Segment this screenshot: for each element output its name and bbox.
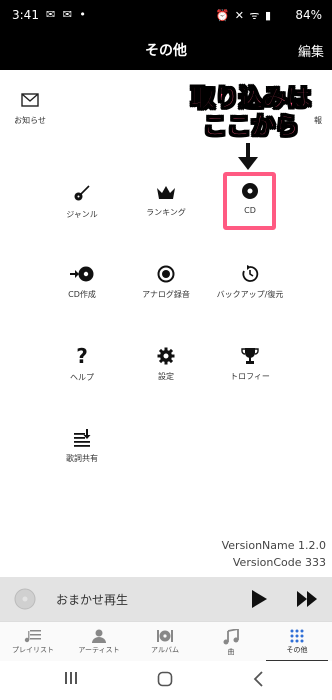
tab-artist[interactable]: アーティスト bbox=[66, 622, 132, 662]
play-icon[interactable] bbox=[250, 589, 268, 609]
status-bar: 3:41 ✉ ✉ • ⏰ ✕ ᯤ ▮ 84% bbox=[0, 0, 332, 30]
mail-icon bbox=[21, 93, 39, 107]
svg-text:?: ? bbox=[76, 346, 88, 366]
app-header: その他 編集 bbox=[0, 30, 332, 70]
album-icon bbox=[157, 630, 173, 642]
person-icon bbox=[92, 629, 106, 643]
trophy-label: トロフィー bbox=[230, 372, 270, 381]
gear-icon bbox=[157, 347, 175, 365]
edit-button[interactable]: 編集 bbox=[298, 41, 324, 60]
tab-bar: プレイリスト アーティスト アルバム 曲 その他 bbox=[0, 621, 332, 662]
trophy-button[interactable]: トロフィー bbox=[205, 347, 295, 382]
help-label: ヘルプ bbox=[70, 373, 94, 382]
help-button[interactable]: ? ヘルプ bbox=[37, 346, 127, 383]
annotation-line-1: 取り込みは bbox=[191, 84, 312, 113]
record-icon bbox=[157, 265, 175, 283]
lyrics-share-button[interactable]: 歌詞共有 bbox=[37, 427, 127, 464]
import-annotation: 取り込みは ここから bbox=[176, 84, 326, 141]
notice-label: お知らせ bbox=[14, 116, 46, 125]
backup-label: バックアップ/復元 bbox=[216, 290, 284, 299]
lyrics-share-label: 歌詞共有 bbox=[66, 454, 98, 463]
grid-dots-icon bbox=[290, 629, 304, 643]
next-icon[interactable] bbox=[296, 590, 318, 608]
status-time: 3:41 bbox=[12, 8, 39, 22]
arrow-down-icon bbox=[238, 143, 258, 170]
tab-other[interactable]: その他 bbox=[264, 622, 330, 662]
analog-rec-label: アナログ録音 bbox=[142, 290, 190, 299]
guitar-icon bbox=[74, 185, 90, 201]
genre-button[interactable]: ジャンル bbox=[37, 183, 127, 220]
annotation-line-2: ここから bbox=[203, 112, 300, 141]
settings-button[interactable]: 設定 bbox=[121, 347, 211, 382]
ranking-button[interactable]: ランキング bbox=[121, 185, 211, 218]
restore-icon bbox=[242, 265, 259, 282]
tab-songs-label: 曲 bbox=[227, 648, 235, 656]
cd-create-label: CD作成 bbox=[68, 290, 96, 299]
playlist-icon bbox=[24, 630, 41, 643]
tab-playlist-label: プレイリスト bbox=[12, 646, 54, 654]
notice-button[interactable]: お知らせ bbox=[10, 93, 50, 126]
cd-write-icon bbox=[70, 266, 94, 282]
tab-songs[interactable]: 曲 bbox=[198, 622, 264, 662]
back-icon[interactable] bbox=[252, 671, 264, 687]
battery-level: 84% bbox=[295, 8, 322, 22]
tab-album[interactable]: アルバム bbox=[132, 622, 198, 662]
notification-icons: ✉ ✉ • bbox=[46, 8, 88, 21]
system-nav-bar bbox=[0, 661, 332, 700]
analog-rec-button[interactable]: アナログ録音 bbox=[121, 265, 211, 300]
trophy-icon bbox=[241, 348, 259, 364]
tab-other-label: その他 bbox=[286, 646, 308, 654]
version-info: VersionName 1.2.0 VersionCode 333 bbox=[222, 537, 326, 571]
genre-label: ジャンル bbox=[66, 210, 98, 219]
recent-apps-icon[interactable] bbox=[64, 671, 78, 685]
ranking-label: ランキング bbox=[146, 208, 186, 217]
backup-button[interactable]: バックアップ/復元 bbox=[205, 265, 295, 300]
crown-icon bbox=[157, 186, 175, 199]
lyrics-download-icon bbox=[74, 429, 91, 447]
tab-album-label: アルバム bbox=[151, 646, 179, 654]
disc-icon bbox=[14, 588, 36, 610]
cd-create-button[interactable]: CD作成 bbox=[37, 265, 127, 300]
cd-highlight-box bbox=[223, 172, 276, 230]
page-title: その他 bbox=[145, 43, 187, 59]
mini-player[interactable]: おまかせ再生 bbox=[0, 577, 332, 621]
home-icon[interactable] bbox=[157, 671, 173, 687]
music-note-icon bbox=[223, 629, 239, 645]
tab-artist-label: アーティスト bbox=[78, 646, 120, 654]
system-icons: ⏰ ✕ ᯤ ▮ bbox=[215, 9, 272, 22]
player-label: おまかせ再生 bbox=[56, 593, 129, 607]
tab-playlist[interactable]: プレイリスト bbox=[0, 622, 66, 662]
question-icon: ? bbox=[76, 346, 88, 366]
settings-label: 設定 bbox=[158, 372, 174, 381]
version-code: VersionCode 333 bbox=[232, 556, 326, 569]
version-name: VersionName 1.2.0 bbox=[221, 539, 326, 552]
